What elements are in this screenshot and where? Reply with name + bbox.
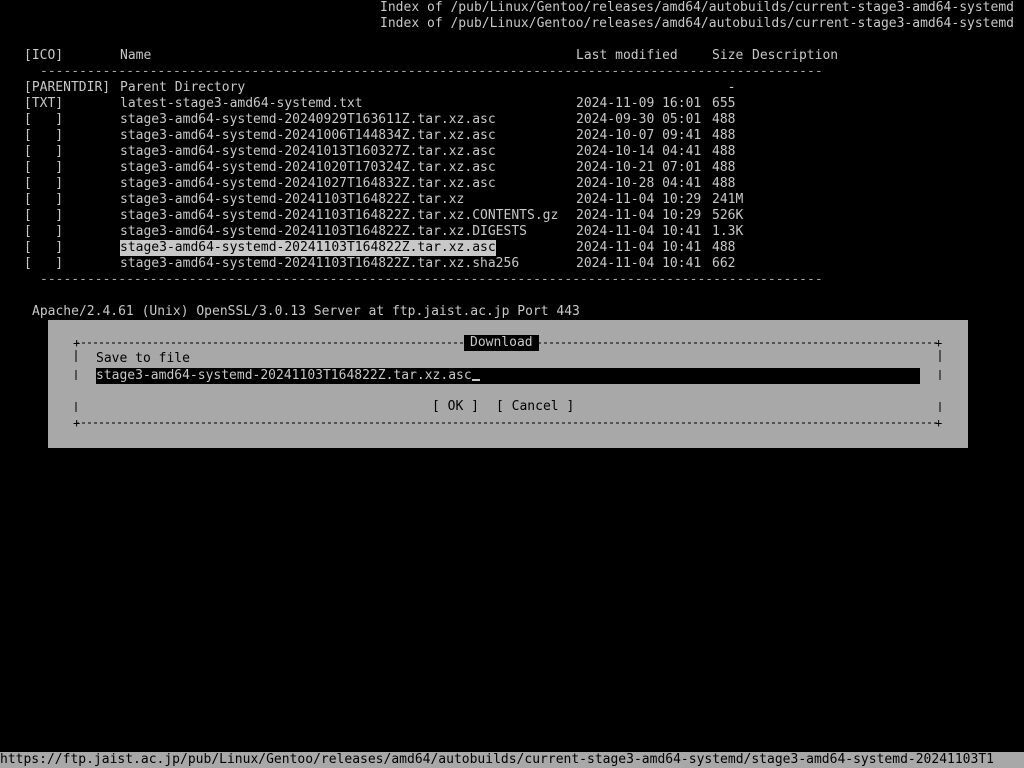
- file-size: 655: [712, 96, 736, 111]
- file-link[interactable]: stage3-amd64-systemd-20241006T144834Z.ta…: [120, 128, 496, 144]
- file-size: 488: [712, 144, 736, 159]
- file-modified: 2024-11-09 16:01: [576, 96, 702, 111]
- file-modified: 2024-11-04 10:41: [576, 224, 702, 239]
- file-type-icon: [ ]: [24, 160, 64, 175]
- table-row: [ ] stage3-amd64-systemd-20241013T160327Z…: [0, 144, 1024, 160]
- file-link[interactable]: stage3-amd64-systemd-20241103T164822Z.ta…: [120, 256, 519, 272]
- file-link[interactable]: stage3-amd64-systemd-20241027T164832Z.ta…: [120, 176, 496, 192]
- server-signature: Apache/2.4.61 (Unix) OpenSSL/3.0.13 Serv…: [32, 304, 580, 319]
- file-modified: 2024-11-04 10:29: [576, 192, 702, 207]
- col-header-size[interactable]: Size: [712, 48, 743, 64]
- table-rule-top: ----------------------------------------…: [40, 64, 824, 79]
- file-size: 662: [712, 256, 736, 271]
- file-size: 1.3K: [712, 224, 744, 239]
- file-size: 488: [712, 240, 736, 255]
- file-link[interactable]: stage3-amd64-systemd-20241103T164822Z.ta…: [120, 192, 464, 208]
- col-header-description[interactable]: Description: [752, 48, 838, 64]
- file-size: 526K: [712, 208, 744, 223]
- file-size: -: [712, 80, 736, 95]
- table-row: [ ] stage3-amd64-systemd-20241103T164822Z…: [0, 192, 1024, 208]
- file-modified: 2024-11-04 10:41: [576, 240, 702, 255]
- file-modified: 2024-10-21 07:01: [576, 160, 702, 175]
- filename-value: stage3-amd64-systemd-20241103T164822Z.ta…: [96, 368, 472, 383]
- save-to-file-label: Save to file: [96, 351, 190, 366]
- download-dialog: + + + + Download Save to file stage3-amd…: [48, 320, 968, 448]
- file-link[interactable]: stage3-amd64-systemd-20241103T164822Z.ta…: [120, 224, 527, 240]
- col-header-modified[interactable]: Last modified: [576, 48, 678, 64]
- file-type-icon: [ ]: [24, 240, 64, 255]
- file-type-icon: [ ]: [24, 192, 64, 207]
- table-rule-bottom: ----------------------------------------…: [40, 272, 824, 287]
- file-modified: 2024-09-30 05:01: [576, 112, 702, 127]
- cancel-button[interactable]: [ Cancel ]: [496, 399, 574, 415]
- file-type-icon: [ ]: [24, 112, 64, 127]
- file-type-icon: [ ]: [24, 224, 64, 239]
- svg-text:+: +: [73, 416, 80, 430]
- file-size: 241M: [712, 192, 744, 207]
- page-heading: Index of /pub/Linux/Gentoo/releases/amd6…: [380, 16, 1014, 31]
- svg-text:+: +: [935, 416, 942, 430]
- page-title: Index of /pub/Linux/Gentoo/releases/amd6…: [380, 0, 1014, 15]
- table-row: [ ] stage3-amd64-systemd-20241103T164822Z…: [0, 256, 1024, 272]
- table-row: [ ] stage3-amd64-systemd-20241020T170324Z…: [0, 160, 1024, 176]
- file-link[interactable]: stage3-amd64-systemd-20240929T163611Z.ta…: [120, 112, 496, 128]
- file-link[interactable]: Parent Directory: [120, 80, 245, 96]
- table-row: [ ] stage3-amd64-systemd-20241103T164822Z…: [0, 224, 1024, 240]
- col-header-ico: [ICO]: [24, 48, 64, 63]
- table-row: [ ] stage3-amd64-systemd-20240929T163611Z…: [0, 112, 1024, 128]
- table-row: [ ] stage3-amd64-systemd-20241027T164832Z…: [0, 176, 1024, 192]
- table-row: [ ] stage3-amd64-systemd-20241103T164822Z…: [0, 240, 1024, 256]
- table-row: [PARENTDIR] Parent Directory -: [0, 80, 1024, 96]
- file-type-icon: [TXT]: [24, 96, 64, 111]
- file-link[interactable]: stage3-amd64-systemd-20241013T160327Z.ta…: [120, 144, 496, 160]
- file-modified: 2024-10-14 04:41: [576, 144, 702, 159]
- file-modified: 2024-10-28 04:41: [576, 176, 702, 191]
- svg-text:+: +: [935, 336, 942, 350]
- file-link[interactable]: stage3-amd64-systemd-20241103T164822Z.ta…: [120, 240, 496, 256]
- file-size: 488: [712, 112, 736, 127]
- file-type-icon: [ ]: [24, 256, 64, 271]
- col-header-name[interactable]: Name: [120, 48, 151, 64]
- file-size: 488: [712, 176, 736, 191]
- ok-button[interactable]: [ OK ]: [432, 399, 479, 415]
- filename-input[interactable]: stage3-amd64-systemd-20241103T164822Z.ta…: [96, 368, 920, 384]
- file-modified: 2024-10-07 09:41: [576, 128, 702, 143]
- dialog-title: Download: [464, 335, 539, 351]
- file-type-icon: [ ]: [24, 176, 64, 191]
- file-link[interactable]: latest-stage3-amd64-systemd.txt: [120, 96, 363, 112]
- file-type-icon: [PARENTDIR]: [24, 80, 111, 95]
- table-row: [TXT] latest-stage3-amd64-systemd.txt 2024…: [0, 96, 1024, 112]
- file-size: 488: [712, 160, 736, 175]
- file-modified: 2024-11-04 10:41: [576, 256, 702, 271]
- file-type-icon: [ ]: [24, 128, 64, 143]
- status-bar-url: https://ftp.jaist.ac.jp/pub/Linux/Gentoo…: [0, 752, 1024, 768]
- table-row: [ ] stage3-amd64-systemd-20241006T144834Z…: [0, 128, 1024, 144]
- file-type-icon: [ ]: [24, 208, 64, 223]
- file-modified: 2024-11-04 10:29: [576, 208, 702, 223]
- file-link[interactable]: stage3-amd64-systemd-20241020T170324Z.ta…: [120, 160, 496, 176]
- file-size: 488: [712, 128, 736, 143]
- svg-text:+: +: [73, 336, 80, 350]
- table-row: [ ] stage3-amd64-systemd-20241103T164822Z…: [0, 208, 1024, 224]
- file-type-icon: [ ]: [24, 144, 64, 159]
- file-link[interactable]: stage3-amd64-systemd-20241103T164822Z.ta…: [120, 208, 558, 224]
- text-cursor: [471, 379, 480, 381]
